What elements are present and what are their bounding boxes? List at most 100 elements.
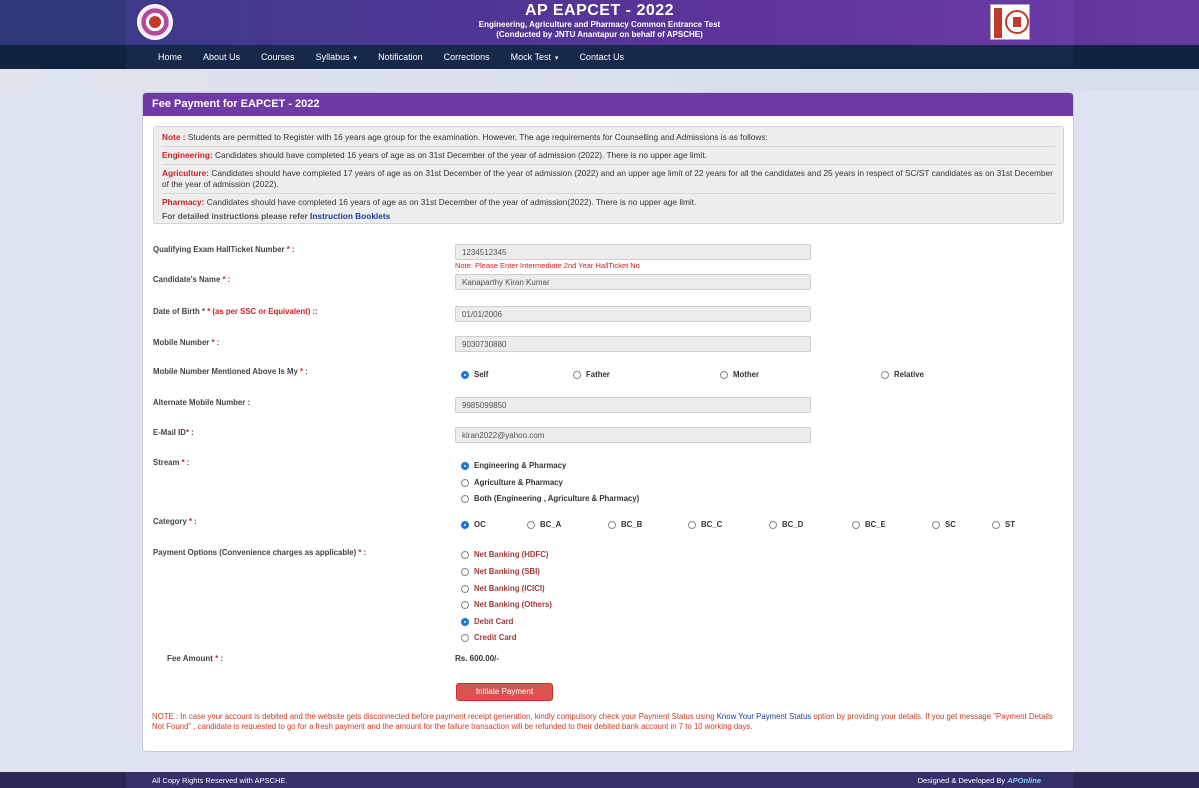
- radio-label: Net Banking (ICICI): [474, 584, 545, 593]
- alt-mobile-label: Alternate Mobile Number :: [153, 398, 251, 407]
- name-label: Candidate's Name * :: [153, 275, 231, 284]
- pharm-label: Pharmacy:: [162, 197, 205, 207]
- payment-debit-card-radio[interactable]: Debit Card: [461, 617, 513, 626]
- payment-others-radio[interactable]: Net Banking (Others): [461, 600, 552, 609]
- note-engineering: Engineering: Candidates should have comp…: [162, 150, 1055, 161]
- stream-both-radio[interactable]: Both (Engineering , Agriculture & Pharma…: [461, 494, 639, 503]
- know-payment-status-link[interactable]: Know Your Payment Status: [717, 712, 812, 721]
- bottom-note-part1: NOTE : In case your account is debited a…: [152, 712, 717, 721]
- radio-label: Net Banking (Others): [474, 600, 552, 609]
- candidate-name-input[interactable]: Kanaparthy Kiran Kumar: [455, 274, 811, 290]
- radio-label: Net Banking (SBI): [474, 567, 540, 576]
- stream-engineering-radio[interactable]: Engineering & Pharmacy: [461, 461, 566, 470]
- radio-label: Both (Engineering , Agriculture & Pharma…: [474, 494, 640, 503]
- footer-copyright: All Copy Rights Reserved with APSCHE.: [152, 776, 288, 785]
- bottom-note: NOTE : In case your account is debited a…: [152, 712, 1064, 732]
- nav-courses[interactable]: Courses: [261, 52, 295, 62]
- mobile-owner-mother-radio[interactable]: Mother: [720, 370, 759, 379]
- radio-label: ST: [1005, 520, 1015, 529]
- note-instructions: For detailed instructions please refer I…: [162, 211, 1055, 222]
- radio-label: Relative: [894, 370, 924, 379]
- stream-agriculture-radio[interactable]: Agriculture & Pharmacy: [461, 478, 563, 487]
- main-nav: Home About Us Courses Syllabus ▾ Notific…: [0, 45, 1199, 69]
- caret-down-icon: ▾: [552, 55, 559, 62]
- category-bc-c-radio[interactable]: BC_C: [688, 520, 722, 529]
- agri-label: Agriculture:: [162, 168, 210, 178]
- nav-about-us[interactable]: About Us: [203, 52, 240, 62]
- hallticket-label-text: Qualifying Exam HallTicket Number: [153, 245, 285, 254]
- payment-credit-card-radio[interactable]: Credit Card: [461, 633, 516, 642]
- email-label: E-Mail ID* :: [153, 428, 194, 437]
- payment-label: Payment Options (Convenience charges as …: [153, 548, 367, 557]
- site-header: AP EAPCET - 2022 Engineering, Agricultur…: [0, 0, 1199, 45]
- mobile-owner-label: Mobile Number Mentioned Above Is My * :: [153, 367, 308, 376]
- footer-credit: Designed & Developed By APOnline: [918, 776, 1041, 785]
- fee-label: Fee Amount * :: [167, 654, 224, 663]
- category-oc-radio[interactable]: OC: [461, 520, 486, 529]
- category-bc-e-radio[interactable]: BC_E: [852, 520, 886, 529]
- hallticket-input[interactable]: 1234512345: [455, 244, 811, 260]
- mobile-label-text: Mobile Number: [153, 338, 210, 347]
- pharm-text: Candidates should have completed 16 year…: [204, 197, 697, 207]
- radio-label: Self: [474, 370, 489, 379]
- email-label-text: E-Mail ID: [153, 428, 186, 437]
- nav-notification[interactable]: Notification: [378, 52, 423, 62]
- note-pharmacy: Pharmacy: Candidates should have complet…: [162, 197, 1055, 208]
- radio-label: BC_D: [782, 520, 804, 529]
- dob-input[interactable]: 01/01/2006: [455, 306, 811, 322]
- apsche-logo-icon: [990, 4, 1030, 40]
- instruction-booklets-link[interactable]: Instruction Booklets: [310, 211, 390, 221]
- aponline-logo[interactable]: APOnline: [1007, 776, 1041, 785]
- payment-sbi-radio[interactable]: Net Banking (SBI): [461, 567, 540, 576]
- dob-label-text: Date of Birth: [153, 307, 200, 316]
- mobile-owner-label-text: Mobile Number Mentioned Above Is My: [153, 367, 298, 376]
- radio-label: Father: [586, 370, 610, 379]
- mobile-owner-self-radio[interactable]: Self: [461, 370, 488, 379]
- hallticket-label: Qualifying Exam HallTicket Number * :: [153, 245, 295, 254]
- note-label: Note :: [162, 132, 186, 142]
- mobile-owner-father-radio[interactable]: Father: [573, 370, 610, 379]
- radio-label: SC: [945, 520, 956, 529]
- radio-label: Net Banking (HDFC): [474, 550, 549, 559]
- nav-mock-test[interactable]: Mock Test ▾: [511, 52, 559, 62]
- note-general: Note : Students are permitted to Registe…: [162, 132, 1055, 143]
- instructions-box: Note : Students are permitted to Registe…: [153, 126, 1064, 224]
- site-footer: All Copy Rights Reserved with APSCHE. De…: [0, 772, 1199, 788]
- payment-icici-radio[interactable]: Net Banking (ICICI): [461, 584, 545, 593]
- note-text: Students are permitted to Register with …: [185, 132, 768, 142]
- dob-label: Date of Birth * * (as per SSC or Equival…: [153, 307, 318, 316]
- nav-syllabus-label: Syllabus: [315, 52, 350, 62]
- instr-text: For detailed instructions please refer: [162, 211, 311, 221]
- panel-title: Fee Payment for EAPCET - 2022: [143, 93, 1073, 116]
- category-bc-d-radio[interactable]: BC_D: [769, 520, 803, 529]
- category-label: Category * :: [153, 517, 197, 526]
- nav-mock-test-label: Mock Test: [510, 52, 551, 62]
- radio-label: BC_C: [701, 520, 723, 529]
- mobile-owner-relative-radio[interactable]: Relative: [881, 370, 924, 379]
- mobile-input[interactable]: 9030730880: [455, 336, 811, 352]
- category-bc-b-radio[interactable]: BC_B: [608, 520, 642, 529]
- fee-amount: Rs. 600.00/-: [455, 654, 500, 663]
- stream-label: Stream * :: [153, 458, 190, 467]
- category-bc-a-radio[interactable]: BC_A: [527, 520, 561, 529]
- alt-mobile-input[interactable]: 9985099850: [455, 397, 811, 413]
- category-sc-radio[interactable]: SC: [932, 520, 956, 529]
- nav-corrections[interactable]: Corrections: [444, 52, 490, 62]
- subheader-strip: [0, 69, 1199, 91]
- nav-syllabus[interactable]: Syllabus ▾: [316, 52, 358, 62]
- nav-home[interactable]: Home: [158, 52, 182, 62]
- dob-extra: * (as per SSC or Equivalent): [207, 307, 311, 316]
- radio-label: Mother: [733, 370, 759, 379]
- mobile-label: Mobile Number * :: [153, 338, 220, 347]
- radio-label: Credit Card: [474, 633, 517, 642]
- stream-label-text: Stream: [153, 458, 180, 467]
- payment-label-text: Payment Options (Convenience charges as …: [153, 548, 357, 557]
- category-st-radio[interactable]: ST: [992, 520, 1015, 529]
- fee-payment-panel: Fee Payment for EAPCET - 2022 Note : Stu…: [142, 92, 1074, 752]
- initiate-payment-button[interactable]: Initiate Payment: [456, 683, 553, 701]
- payment-hdfc-radio[interactable]: Net Banking (HDFC): [461, 550, 549, 559]
- radio-label: Debit Card: [474, 617, 514, 626]
- radio-label: BC_B: [621, 520, 643, 529]
- email-input[interactable]: kiran2022@yahoo.com: [455, 427, 811, 443]
- nav-contact-us[interactable]: Contact Us: [579, 52, 624, 62]
